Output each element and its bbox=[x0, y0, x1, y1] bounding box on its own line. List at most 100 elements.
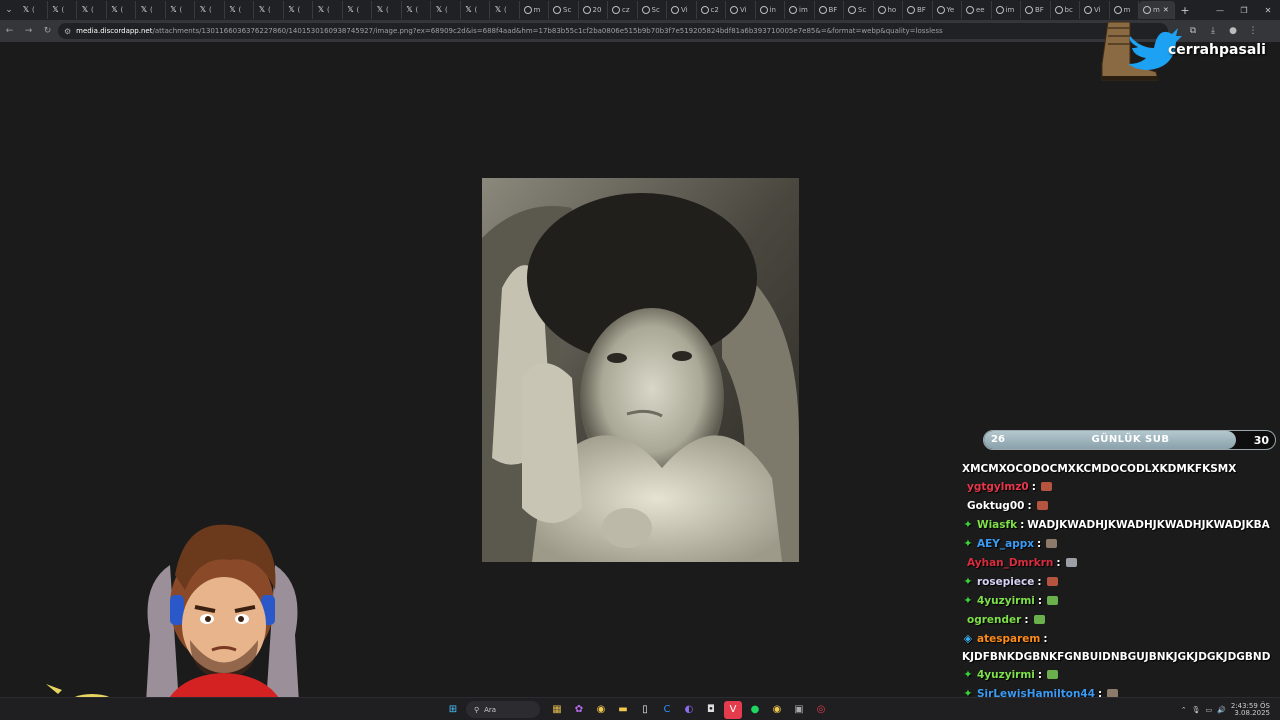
browser-tab[interactable]: m bbox=[520, 1, 549, 19]
clock[interactable]: 2:43:59 ÖS 3.08.2025 bbox=[1231, 702, 1270, 717]
chat-emote-icon bbox=[1040, 482, 1052, 491]
chat-username[interactable]: Goktug00 bbox=[967, 500, 1024, 512]
browser-tab[interactable]: 𝕏( bbox=[254, 1, 284, 19]
chat-emote-icon bbox=[1046, 577, 1058, 586]
chat-username[interactable]: rosepiece bbox=[977, 576, 1034, 588]
tab-label: ( bbox=[327, 6, 330, 14]
chrome-icon[interactable]: ◉ bbox=[592, 701, 610, 719]
chevron-up-icon[interactable]: ⌃ bbox=[1181, 706, 1187, 714]
browser-tab[interactable]: 𝕏( bbox=[343, 1, 372, 19]
tab-label: ( bbox=[61, 6, 65, 14]
browser-tab[interactable]: 20 bbox=[579, 1, 608, 19]
browser-tab[interactable]: Vi bbox=[667, 1, 697, 19]
browser-tab[interactable]: cz bbox=[608, 1, 638, 19]
browser-tab[interactable]: 𝕏( bbox=[77, 1, 107, 19]
chat-text: KJDFBNKDGBNKFGNBUIDNBGUJBNKJGKJDGKJDGBND bbox=[962, 650, 1271, 663]
tab-search-menu-icon[interactable]: ⌄ bbox=[0, 0, 18, 20]
browser-tab[interactable]: Sc bbox=[549, 1, 579, 19]
browser-tab[interactable]: BF bbox=[1021, 1, 1051, 19]
chat-colon: : bbox=[1037, 594, 1043, 607]
windows-taskbar: ⊞ ⚲ Ara ▦ ✿ ◉ ▬ ▯ C ◐ ◘ V ● ◉ ▣ ◎ ⌃ 🎙 ▭ … bbox=[0, 697, 1280, 720]
tab-label: ( bbox=[474, 6, 478, 14]
chat-colon: : bbox=[1024, 613, 1029, 626]
chat-username[interactable]: Wiasfk bbox=[977, 519, 1017, 531]
chrome-active-icon[interactable]: ◉ bbox=[768, 701, 786, 719]
x-icon: 𝕏 bbox=[406, 5, 413, 14]
chat-username[interactable]: AEY_appx bbox=[977, 538, 1034, 550]
tab-label: in bbox=[769, 6, 776, 14]
browser-tab[interactable]: 𝕏( bbox=[490, 1, 520, 19]
browser-tab[interactable]: 𝕏( bbox=[402, 1, 431, 19]
globe-icon bbox=[730, 6, 738, 14]
browser-tab[interactable]: im bbox=[785, 1, 815, 19]
browser-tab[interactable]: 𝕏( bbox=[195, 1, 225, 19]
browser-tab[interactable]: 𝕏( bbox=[107, 1, 136, 19]
close-tab-icon[interactable]: ✕ bbox=[1163, 6, 1169, 14]
browser-tab[interactable]: ho bbox=[874, 1, 903, 19]
valorant-icon[interactable]: V bbox=[724, 700, 742, 719]
tab-label: BF bbox=[1035, 6, 1044, 14]
browser-tab[interactable]: in bbox=[756, 1, 785, 19]
chat-username[interactable]: ygtgylmz0 bbox=[967, 481, 1029, 493]
x-icon: 𝕏 bbox=[347, 5, 354, 14]
browser-tab[interactable]: 𝕏( bbox=[313, 1, 343, 19]
chat-message: ✦ 4yuzyirmi: bbox=[962, 591, 1272, 610]
widgets-icon[interactable]: ▦ bbox=[548, 701, 566, 719]
browser-toolbar: ← → ↻ ⚙ media.discordapp.net/attachments… bbox=[0, 20, 1280, 42]
copilot-icon[interactable]: ✿ bbox=[570, 701, 588, 719]
browser-tab[interactable]: 𝕏( bbox=[372, 1, 402, 19]
record-icon[interactable]: ◎ bbox=[812, 701, 830, 719]
taskbar-apps: ⊞ ⚲ Ara ▦ ✿ ◉ ▬ ▯ C ◐ ◘ V ● ◉ ▣ ◎ bbox=[444, 700, 830, 719]
ccleaner-icon[interactable]: C bbox=[658, 701, 676, 719]
media-icon[interactable]: ▣ bbox=[790, 701, 808, 719]
volume-icon[interactable]: 🔊 bbox=[1217, 706, 1226, 714]
chat-message: ✦ Wiasfk: WADJKWADHJKWADHJKWADHJKWADJKBA bbox=[962, 515, 1272, 534]
browser-tab[interactable]: Vi bbox=[726, 1, 756, 19]
notepad-icon[interactable]: ▯ bbox=[636, 701, 654, 719]
tab-label: ( bbox=[209, 6, 212, 14]
tab-label: c2 bbox=[710, 6, 719, 14]
file-explorer-icon[interactable]: ▬ bbox=[614, 701, 632, 719]
browser-tab[interactable]: 𝕏( bbox=[225, 1, 254, 19]
forward-arrow-icon[interactable]: → bbox=[19, 20, 38, 42]
browser-tab[interactable]: 𝕏( bbox=[166, 1, 195, 19]
obs-icon[interactable]: ◘ bbox=[702, 701, 720, 719]
chat-username[interactable]: atesparem bbox=[977, 633, 1040, 645]
reload-icon[interactable]: ↻ bbox=[38, 20, 57, 42]
browser-tab[interactable]: 𝕏( bbox=[284, 1, 313, 19]
browser-tab[interactable]: BF bbox=[815, 1, 844, 19]
address-bar[interactable]: ⚙ media.discordapp.net/attachments/13011… bbox=[58, 23, 1168, 39]
browser-tab[interactable]: 𝕏( bbox=[461, 1, 490, 19]
browser-tab[interactable]: 𝕏( bbox=[48, 1, 77, 19]
globe-icon bbox=[553, 6, 561, 14]
sub-goal-current: 26 bbox=[991, 434, 1005, 445]
start-button-icon[interactable]: ⊞ bbox=[444, 701, 462, 719]
microphone-icon[interactable]: 🎙 bbox=[1192, 706, 1201, 714]
browser-tab[interactable]: ee bbox=[962, 1, 992, 19]
chat-username[interactable]: Ayhan_Dmrkrn bbox=[967, 557, 1053, 569]
discord-icon[interactable]: ◐ bbox=[680, 701, 698, 719]
chat-username[interactable]: ogrender bbox=[967, 614, 1021, 626]
browser-tab[interactable]: Sc bbox=[638, 1, 667, 19]
browser-tab[interactable]: im bbox=[992, 1, 1021, 19]
spotify-icon[interactable]: ● bbox=[746, 701, 764, 719]
site-info-icon[interactable]: ⚙ bbox=[64, 27, 71, 36]
browser-tab[interactable]: 𝕏( bbox=[136, 1, 166, 19]
browser-tab[interactable]: BF bbox=[903, 1, 933, 19]
taskbar-search[interactable]: ⚲ Ara bbox=[466, 701, 540, 718]
browser-tab[interactable]: c2 bbox=[697, 1, 726, 19]
tab-label: Sc bbox=[563, 6, 572, 14]
chat-username[interactable]: 4yuzyirmi bbox=[977, 669, 1035, 681]
browser-tab[interactable]: 𝕏( bbox=[431, 1, 461, 19]
browser-tab[interactable]: 𝕏( bbox=[18, 1, 48, 19]
browser-tab[interactable]: Ye bbox=[933, 1, 962, 19]
globe-icon bbox=[818, 6, 827, 14]
tab-label: ( bbox=[297, 6, 301, 14]
tab-label: ( bbox=[445, 6, 448, 14]
back-arrow-icon[interactable]: ← bbox=[0, 20, 19, 42]
browser-tab[interactable]: Sc bbox=[844, 1, 874, 19]
network-icon[interactable]: ▭ bbox=[1205, 706, 1212, 714]
browser-tab[interactable]: bc bbox=[1051, 1, 1080, 19]
chat-username[interactable]: 4yuzyirmi bbox=[977, 595, 1035, 607]
globe-icon bbox=[907, 6, 915, 14]
